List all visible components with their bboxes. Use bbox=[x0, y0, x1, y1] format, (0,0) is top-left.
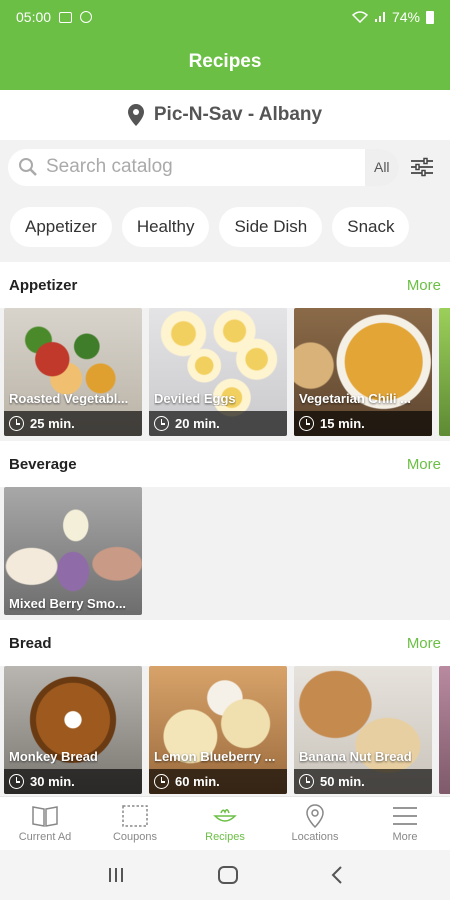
home-icon[interactable] bbox=[217, 865, 239, 885]
clock-icon bbox=[299, 774, 314, 789]
recipe-card[interactable]: Lemon Blueberry ... 60 min. bbox=[149, 666, 287, 794]
recent-apps-icon[interactable] bbox=[106, 866, 126, 884]
recipe-name: Mixed Berry Smo... bbox=[9, 596, 127, 611]
search-icon bbox=[19, 158, 37, 176]
chip-side-dish[interactable]: Side Dish bbox=[219, 207, 323, 247]
search-scope-dropdown[interactable]: All bbox=[364, 148, 399, 186]
recipe-name: Vegetarian Chili ... bbox=[299, 391, 411, 406]
recipe-name: Monkey Bread bbox=[9, 749, 98, 764]
system-navigation-bar bbox=[0, 850, 450, 900]
chip-healthy[interactable]: Healthy bbox=[121, 207, 210, 247]
search-row: All bbox=[0, 140, 450, 194]
recipe-name: Lemon Blueberry ... bbox=[154, 749, 276, 764]
nav-label: More bbox=[392, 831, 418, 843]
section-header-beverage: Beverage More bbox=[0, 441, 450, 487]
store-name: Pic-N-Sav - Albany bbox=[153, 104, 323, 125]
recipe-card-partial[interactable] bbox=[439, 308, 450, 436]
status-time: 05:00 bbox=[16, 9, 52, 25]
recipe-row-beverage: Mixed Berry Smo... bbox=[0, 487, 450, 620]
clock-icon bbox=[9, 774, 24, 789]
page-title: Recipes bbox=[188, 51, 262, 72]
recipe-name: Deviled Eggs bbox=[154, 391, 236, 406]
location-pin-icon bbox=[306, 804, 324, 828]
recipe-card[interactable]: Vegetarian Chili ... 15 min. bbox=[294, 308, 432, 436]
recipe-card[interactable]: Deviled Eggs 20 min. bbox=[149, 308, 287, 436]
section-header-bread: Bread More bbox=[0, 620, 450, 666]
recipe-time: 15 min. bbox=[294, 411, 432, 436]
recipe-row-appetizer: Roasted Vegetabl... 25 min. Deviled Eggs… bbox=[0, 308, 450, 441]
recipe-time: 30 min. bbox=[4, 769, 142, 794]
nav-recipes[interactable]: Recipes bbox=[180, 797, 270, 850]
status-bar: 05:00 74% bbox=[0, 0, 450, 34]
back-icon[interactable] bbox=[330, 865, 344, 885]
recipe-card[interactable]: Mixed Berry Smo... bbox=[4, 487, 142, 615]
store-selector[interactable]: Pic-N-Sav - Albany bbox=[0, 90, 450, 140]
coupon-icon bbox=[122, 805, 148, 827]
recipe-card[interactable]: Monkey Bread 30 min. bbox=[4, 666, 142, 794]
recipe-row-bread: Monkey Bread 30 min. Lemon Blueberry ...… bbox=[0, 666, 450, 796]
recipe-name: Roasted Vegetabl... bbox=[9, 391, 129, 406]
app-bar: Recipes bbox=[0, 34, 450, 90]
nav-label: Current Ad bbox=[18, 831, 72, 843]
section-header-appetizer: Appetizer More bbox=[0, 262, 450, 308]
nav-coupons[interactable]: Coupons bbox=[90, 797, 180, 850]
search-input[interactable] bbox=[46, 156, 365, 178]
recipe-time: 50 min. bbox=[294, 769, 432, 794]
recipe-time: 60 min. bbox=[149, 769, 287, 794]
clock-icon bbox=[299, 416, 314, 431]
recipes-icon bbox=[213, 809, 237, 822]
recipe-time: 20 min. bbox=[149, 411, 287, 436]
more-link-appetizer[interactable]: More bbox=[407, 277, 441, 294]
location-pin-icon bbox=[127, 104, 144, 126]
search-scope-label: All bbox=[373, 159, 390, 175]
chip-snack[interactable]: Snack bbox=[332, 207, 410, 247]
recipe-card[interactable]: Roasted Vegetabl... 25 min. bbox=[4, 308, 142, 436]
clock-icon bbox=[9, 416, 24, 431]
recipe-name: Banana Nut Bread bbox=[299, 749, 412, 764]
nav-label: Recipes bbox=[205, 831, 245, 843]
battery-percent: 74% bbox=[391, 9, 420, 25]
more-link-bread[interactable]: More bbox=[407, 635, 441, 652]
battery-icon bbox=[426, 10, 434, 24]
nav-current-ad[interactable]: Current Ad bbox=[0, 797, 90, 850]
chip-appetizer[interactable]: Appetizer bbox=[10, 207, 112, 247]
clock-icon bbox=[154, 774, 169, 789]
filter-button[interactable] bbox=[403, 149, 442, 186]
gallery-notification-icon bbox=[59, 11, 73, 23]
nav-more[interactable]: More bbox=[360, 797, 450, 850]
section-title: Beverage bbox=[9, 455, 77, 473]
nav-label: Locations bbox=[291, 831, 339, 843]
more-link-beverage[interactable]: More bbox=[407, 456, 441, 473]
recipe-card[interactable]: Banana Nut Bread 50 min. bbox=[294, 666, 432, 794]
nav-locations[interactable]: Locations bbox=[270, 797, 360, 850]
search-box: All bbox=[8, 148, 399, 186]
recipe-card-partial[interactable] bbox=[439, 666, 450, 794]
clock-icon bbox=[154, 416, 169, 431]
recipe-time: 25 min. bbox=[4, 411, 142, 436]
book-icon bbox=[32, 806, 58, 827]
bottom-nav: Current Ad Coupons Recipes Locations Mor… bbox=[0, 796, 450, 850]
menu-icon bbox=[393, 807, 417, 825]
nav-label: Coupons bbox=[112, 831, 158, 843]
section-title: Bread bbox=[9, 634, 52, 652]
recipe-sections: Appetizer More Roasted Vegetabl... 25 mi… bbox=[0, 262, 450, 796]
dnd-icon bbox=[80, 11, 93, 23]
wifi-icon bbox=[351, 11, 368, 23]
section-title: Appetizer bbox=[9, 276, 78, 294]
signal-icon bbox=[374, 12, 385, 22]
filter-sliders-icon bbox=[411, 157, 434, 177]
category-chips: Appetizer Healthy Side Dish Snack bbox=[0, 196, 450, 258]
